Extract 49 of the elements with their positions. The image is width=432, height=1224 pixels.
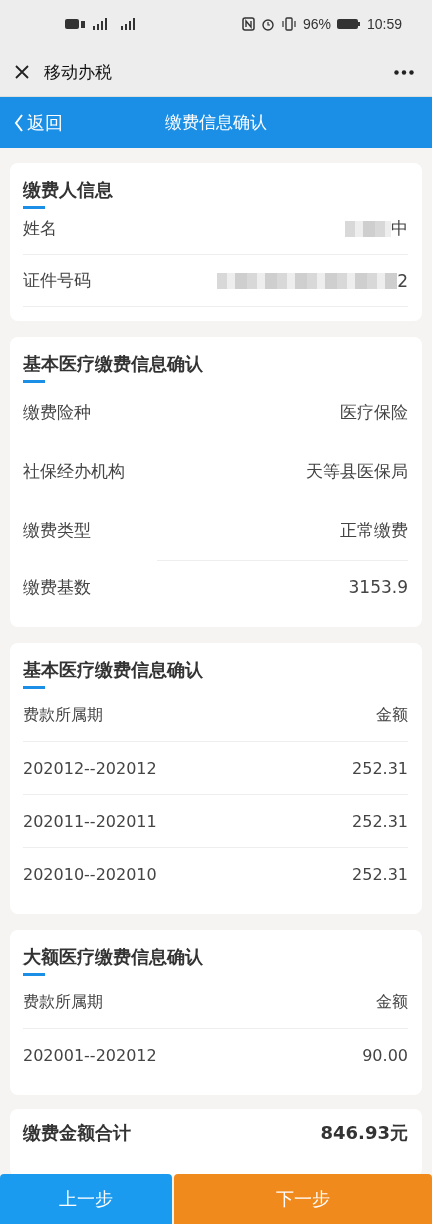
field-label: 202012--202012 (23, 758, 157, 778)
field-label: 202001--202012 (23, 1045, 157, 1065)
field-label: 缴费基数 (23, 575, 91, 599)
field-label: 202011--202011 (23, 811, 157, 831)
previous-button[interactable]: 上一步 (0, 1174, 172, 1224)
field-label: 202010--202010 (23, 864, 157, 884)
next-button[interactable]: 下一步 (174, 1174, 432, 1224)
field-value: 金额 (376, 704, 408, 726)
title-underline (23, 206, 45, 209)
field-label: 费款所属期 (23, 704, 103, 726)
section-title: 大额医疗缴费信息确认 (23, 945, 204, 969)
field-value: 3153.9 (348, 577, 408, 597)
section-title: 缴费人信息 (23, 178, 114, 202)
section-title: 基本医疗缴费信息确认 (23, 658, 204, 682)
field-value: 90.00 (362, 1045, 408, 1065)
section-title: 基本医疗缴费信息确认 (23, 352, 204, 376)
field-label: 证件号码 (23, 269, 91, 292)
field-label: 缴费类型 (23, 519, 91, 542)
field-value: 252.31 (352, 758, 408, 778)
title-underline (23, 973, 45, 976)
battery-percent: 96% (302, 16, 331, 32)
field-value: 2 (397, 270, 408, 291)
close-icon (14, 64, 30, 80)
total-amount: 846.93元 (320, 1121, 408, 1145)
total-label: 缴费金额合计 (23, 1121, 131, 1145)
field-value: 天等县医保局 (306, 460, 408, 483)
field-value: 252.31 (352, 864, 408, 884)
more-icon (394, 69, 414, 75)
field-value: 正常缴费 (340, 519, 408, 542)
title-underline (23, 380, 45, 383)
clock-time: 10:59 (366, 16, 402, 32)
field-label: 缴费险种 (23, 401, 91, 424)
alarm-icon (260, 17, 275, 31)
battery-icon (336, 18, 361, 30)
field-value: 金额 (376, 991, 408, 1013)
field-value: 252.31 (352, 811, 408, 831)
vibrate-icon (280, 17, 297, 31)
back-button[interactable]: 返回 (0, 110, 63, 135)
field-label: 费款所属期 (23, 991, 103, 1013)
title-underline (23, 686, 45, 689)
back-icon (14, 112, 24, 133)
page-title: 缴费信息确认 (165, 111, 267, 134)
field-label: 社保经办机构 (23, 460, 125, 483)
nfc-icon (241, 17, 255, 31)
app-title: 移动办税 (44, 60, 113, 84)
field-value: 医疗保险 (340, 401, 408, 424)
field-value: 中 (391, 217, 408, 240)
field-label: 姓名 (23, 217, 57, 240)
hd-icon (65, 19, 85, 29)
